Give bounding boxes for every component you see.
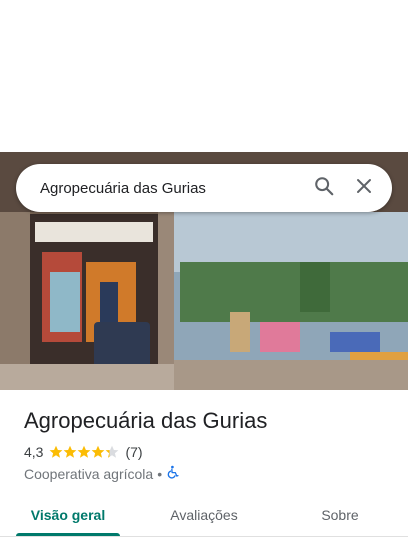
tab-bar: Visão geral Avaliações Sobre xyxy=(0,494,408,537)
separator-dot: • xyxy=(157,465,163,482)
stars-icon xyxy=(50,445,119,458)
category-row: Cooperativa agrícola • xyxy=(24,465,180,482)
review-count[interactable]: (7) xyxy=(125,444,142,460)
search-icon xyxy=(313,175,335,202)
rating-value: 4,3 xyxy=(24,444,44,460)
place-category: Cooperativa agrícola xyxy=(24,465,154,482)
star-rating xyxy=(49,445,119,459)
wheelchair-icon xyxy=(166,465,180,482)
search-bar[interactable]: Agropecuária das Gurias xyxy=(16,164,392,212)
rating-row[interactable]: 4,3 (7) xyxy=(24,444,143,460)
close-button[interactable] xyxy=(344,168,384,208)
place-title: Agropecuária das Gurias xyxy=(24,408,268,433)
search-button[interactable] xyxy=(304,168,344,208)
close-icon xyxy=(355,177,373,200)
search-input[interactable]: Agropecuária das Gurias xyxy=(40,180,304,197)
tab-overview[interactable]: Visão geral xyxy=(0,494,136,536)
tab-reviews[interactable]: Avaliações xyxy=(136,494,272,536)
tab-about[interactable]: Sobre xyxy=(272,494,408,536)
